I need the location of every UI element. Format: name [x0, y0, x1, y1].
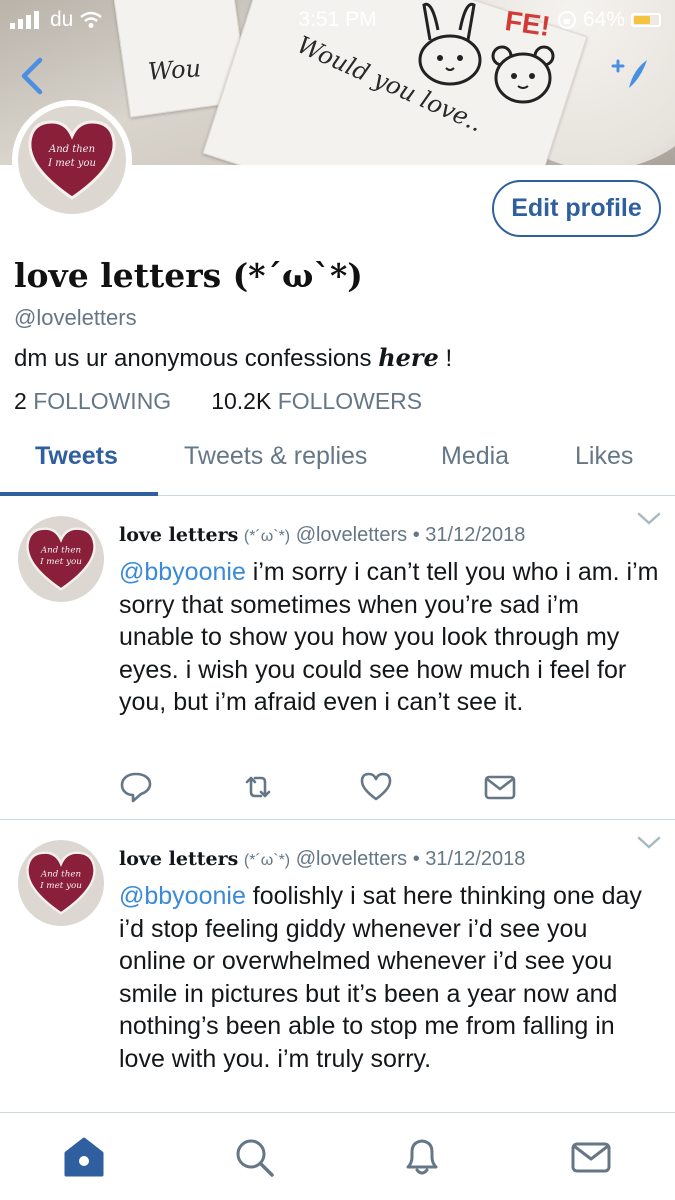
tweet-mention[interactable]: @bbyoonie	[119, 882, 246, 910]
tab-tweets[interactable]: Tweets	[35, 442, 118, 471]
tweet-avatar-image: And then I met you	[18, 516, 104, 602]
tweet-date: 31/12/2018	[425, 848, 526, 870]
profile-name: love letters (*´ω`*)	[14, 256, 363, 295]
add-user-icon	[611, 59, 647, 88]
avatar-text-2: I met you	[47, 158, 96, 169]
profile-bio: dm us ur anonymous confessions here !	[14, 343, 452, 373]
avatar-text-2: I met you	[39, 557, 82, 567]
followers-link[interactable]: 10.2K FOLLOWERS	[211, 388, 422, 415]
share-message-icon[interactable]	[483, 770, 517, 804]
like-icon[interactable]	[359, 770, 393, 804]
tweet-text: @bbyoonie i’m sorry i can’t tell you who…	[119, 556, 659, 719]
followers-count: 10.2K	[211, 388, 272, 414]
bio-link[interactable]: here	[378, 343, 439, 372]
tweet-separator: •	[412, 848, 420, 870]
status-right: 64%	[557, 8, 661, 32]
avatar-image: And then I met you	[18, 106, 126, 214]
messages-icon[interactable]	[569, 1135, 613, 1179]
following-count: 2	[14, 388, 27, 414]
tweet-author-kaomoji: (*´ω`*)	[243, 852, 291, 869]
bottom-navigation	[0, 1112, 675, 1200]
tab-tweets-replies[interactable]: Tweets & replies	[184, 442, 367, 471]
chevron-down-icon[interactable]	[637, 836, 661, 850]
tweet-author-kaomoji: (*´ω`*)	[243, 528, 291, 545]
banner-card-text-left: Wou	[147, 54, 202, 86]
tweet-author-handle: @loveletters	[295, 848, 408, 870]
tweet-author-name[interactable]: love letters	[119, 524, 238, 546]
tweet-avatar-image: And then I met you	[18, 840, 104, 926]
following-label: FOLLOWING	[33, 388, 172, 414]
profile-handle: @loveletters	[14, 305, 137, 330]
tweet-author-handle: @loveletters	[295, 524, 408, 546]
add-user-button[interactable]	[607, 52, 651, 96]
status-bar: du 3:51 PM 64%	[0, 0, 675, 40]
heart-cake-image: And then I met you	[26, 527, 96, 591]
heart-cake-image: And then I met you	[26, 851, 96, 915]
tweet-separator: •	[412, 524, 420, 546]
search-icon[interactable]	[232, 1135, 276, 1179]
avatar-text-1: And then	[40, 870, 82, 880]
back-button[interactable]	[14, 54, 54, 98]
tweet-actions	[119, 770, 519, 810]
bio-suffix: !	[438, 345, 453, 372]
home-icon[interactable]	[62, 1135, 106, 1179]
profile-tabs: Tweets Tweets & replies Media Likes	[0, 430, 675, 496]
tweet-body-text: foolishly i sat here thinking one day i’…	[119, 882, 642, 1073]
tweet-text: @bbyoonie foolishly i sat here thinking …	[119, 880, 659, 1075]
following-link[interactable]: 2 FOLLOWING	[14, 388, 171, 415]
avatar-text-1: And then	[40, 546, 82, 556]
heart-cake-image: And then I met you	[28, 120, 116, 200]
tweet-date: 31/12/2018	[425, 524, 526, 546]
follow-counts: 2 FOLLOWING 10.2K FOLLOWERS	[14, 388, 422, 415]
avatar-text-1: And then	[48, 144, 95, 155]
tab-media[interactable]: Media	[441, 442, 509, 471]
tweet-avatar[interactable]: And then I met you	[18, 516, 104, 602]
tweet-mention[interactable]: @bbyoonie	[119, 558, 246, 586]
chevron-down-icon[interactable]	[637, 512, 661, 526]
profile-avatar[interactable]: And then I met you	[12, 100, 132, 220]
back-icon	[21, 57, 43, 95]
bear-doodle	[491, 45, 555, 104]
avatar-text-2: I met you	[39, 881, 82, 891]
rotation-lock-icon	[557, 11, 576, 29]
tweet-author-name[interactable]: love letters	[119, 848, 238, 870]
notifications-icon[interactable]	[400, 1135, 444, 1179]
reply-icon[interactable]	[119, 770, 153, 804]
retweet-icon[interactable]	[241, 770, 275, 804]
battery-icon	[631, 13, 661, 27]
tweet[interactable]: And then I met you love letters (*´ω`*) …	[0, 498, 675, 820]
tweet-header: love letters (*´ω`*) @loveletters • 31/1…	[119, 524, 525, 547]
bio-prefix: dm us ur anonymous confessions	[14, 345, 379, 372]
tab-likes[interactable]: Likes	[575, 442, 633, 471]
followers-label: FOLLOWERS	[277, 388, 423, 414]
tweet[interactable]: And then I met you love letters (*´ω`*) …	[0, 822, 675, 1112]
tweet-header: love letters (*´ω`*) @loveletters • 31/1…	[119, 848, 525, 871]
tweet-avatar[interactable]: And then I met you	[18, 840, 104, 926]
active-tab-indicator	[0, 492, 158, 496]
edit-profile-button[interactable]: Edit profile	[492, 180, 661, 237]
battery-percent: 64%	[582, 8, 625, 31]
